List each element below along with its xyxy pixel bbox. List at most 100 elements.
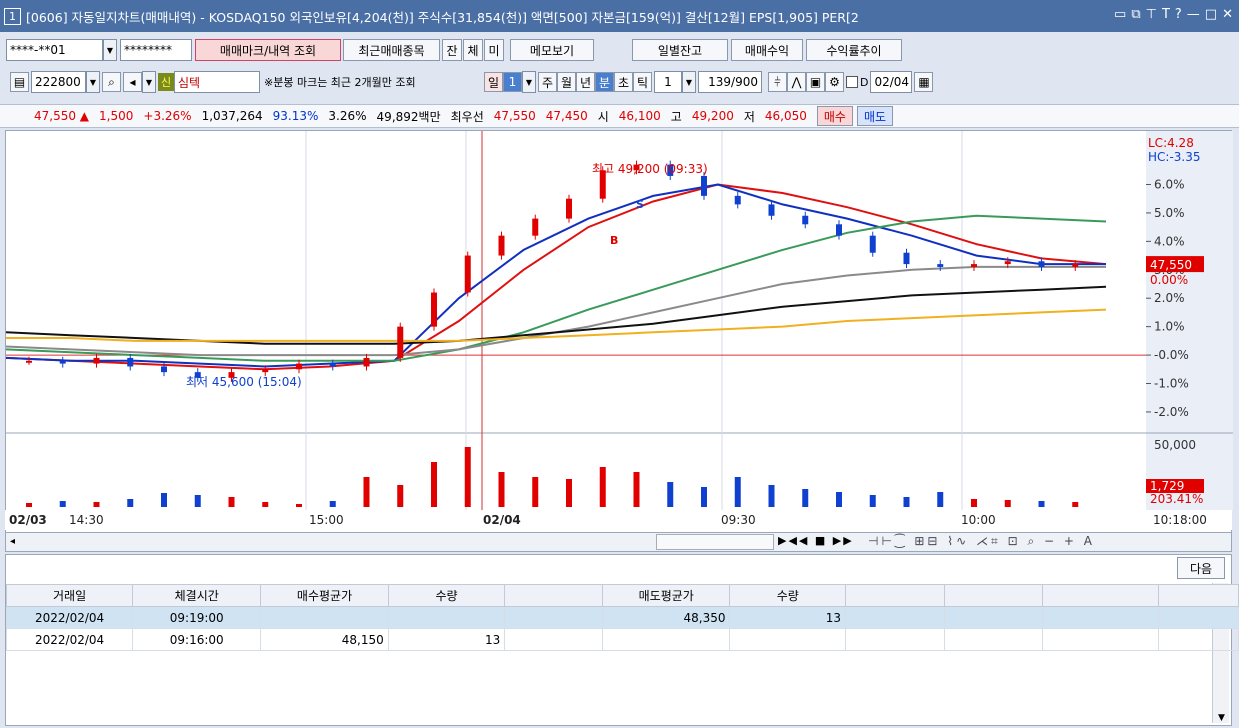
- column-blank-4: [1042, 584, 1160, 607]
- cell-buy-qty: [387, 606, 506, 629]
- high-label: 고: [670, 109, 682, 124]
- cell-blank: [1042, 606, 1160, 629]
- volume-bar: [228, 497, 235, 507]
- best-bid: 47,450: [545, 109, 588, 123]
- candle-type-icon[interactable]: ⫩: [768, 72, 787, 92]
- gear-icon[interactable]: ⚙: [825, 72, 844, 92]
- cell-blank: [504, 606, 604, 629]
- buy-button[interactable]: 매수: [816, 106, 853, 126]
- volume-bar: [329, 501, 336, 507]
- table-row[interactable]: 2022/02/04 09:16:00 48,150 13: [5, 628, 1239, 651]
- filled-button[interactable]: 체: [463, 39, 483, 61]
- time-label: 14:30: [69, 513, 104, 527]
- font-icon[interactable]: T: [1162, 7, 1170, 22]
- column-blank-1: [504, 584, 604, 607]
- date-label: D: [860, 75, 869, 89]
- maximize-icon[interactable]: □: [1205, 7, 1217, 22]
- date-field[interactable]: 02/04: [870, 71, 913, 93]
- scroll-down-icon[interactable]: ▼: [1213, 713, 1230, 723]
- title-bar: 1 [0606] 자동일지차트(매매내역) - KOSDAQ150 외국인보유[…: [0, 0, 1239, 32]
- account-number-field[interactable]: ****-**01: [6, 39, 103, 61]
- volume-bar: [566, 479, 572, 507]
- candle: [363, 357, 370, 367]
- period-count[interactable]: 1: [503, 72, 522, 92]
- interval-dropdown-icon[interactable]: ▼: [682, 71, 696, 93]
- calendar-icon[interactable]: ▦: [914, 72, 934, 92]
- column-blank-2: [845, 584, 945, 607]
- chart-type-icon[interactable]: ⋀: [787, 72, 806, 92]
- speaker-dropdown-icon[interactable]: ▼: [142, 71, 156, 93]
- time-label: 10:18:00: [1153, 513, 1207, 527]
- minimize-icon[interactable]: —: [1187, 7, 1200, 22]
- candle: [431, 292, 437, 327]
- sell-mark: S: [636, 198, 644, 211]
- column-blank-3: [943, 584, 1044, 607]
- return-trend-button[interactable]: 수익률추이: [806, 39, 902, 61]
- tab-week[interactable]: 주: [538, 72, 557, 92]
- time-axis: 02/03 14:30 15:00 02/04 09:30 10:00 10:18:00: [5, 510, 1232, 530]
- playback-controls-icon[interactable]: ▶◀◀ ■ ▶▶: [778, 534, 854, 547]
- restore-icon[interactable]: ▭: [1114, 7, 1126, 22]
- cell-sell-avg: 48,350: [602, 606, 731, 629]
- column-sell-avg: 매도평균가: [602, 584, 731, 607]
- code-dropdown-icon[interactable]: ▼: [86, 71, 100, 93]
- chart-scrollbar[interactable]: ◂ ▶◀◀ ■ ▶▶ ⊣⊢⁐ ⊞⊟ ⌇∿ ⋌⌗ ⊡ ⌕ − + A: [5, 532, 1232, 552]
- stock-code-field[interactable]: 222800: [31, 71, 86, 93]
- tab-day[interactable]: 일: [484, 72, 503, 92]
- date-checkbox[interactable]: [846, 76, 858, 88]
- tab-year[interactable]: 년: [576, 72, 595, 92]
- close-icon[interactable]: ✕: [1222, 7, 1233, 22]
- scroll-thumb[interactable]: [656, 534, 774, 550]
- password-field[interactable]: ********: [120, 39, 192, 61]
- volume-bar: [1072, 502, 1079, 507]
- volume: 1,037,264: [201, 109, 263, 123]
- stock-list-icon[interactable]: ▤: [10, 72, 29, 92]
- y-tick-label: 1.0%: [1154, 320, 1185, 334]
- save-icon[interactable]: ▣: [806, 72, 825, 92]
- stock-name-field[interactable]: 심텍: [174, 71, 260, 93]
- cell-blank: [943, 606, 1044, 629]
- tab-month[interactable]: 월: [557, 72, 576, 92]
- search-icon[interactable]: ⌕: [102, 72, 121, 92]
- volume-current: 1,729: [1150, 479, 1184, 493]
- interval-field[interactable]: 1: [654, 71, 682, 93]
- open-price: 46,100: [618, 109, 661, 123]
- help-icon[interactable]: ?: [1175, 7, 1182, 22]
- period-dropdown-icon[interactable]: ▼: [522, 71, 536, 93]
- volume-bar: [363, 477, 370, 507]
- memo-button[interactable]: 메모보기: [510, 39, 594, 61]
- trade-profit-button[interactable]: 매매수익: [731, 39, 803, 61]
- cell-date: 2022/02/04: [5, 628, 134, 651]
- speaker-icon[interactable]: ◂: [123, 72, 142, 92]
- candle: [903, 252, 910, 265]
- scroll-left-icon[interactable]: ◂: [10, 536, 15, 547]
- tab-minute[interactable]: 분: [595, 72, 614, 92]
- candle: [464, 255, 471, 293]
- price-tag-label: 47,550: [1150, 258, 1192, 272]
- cell-blank: [1158, 606, 1239, 629]
- column-trade-date: 거래일: [5, 584, 134, 607]
- pin-icon[interactable]: ⊤: [1146, 7, 1157, 22]
- tab-tick[interactable]: 틱: [633, 72, 652, 92]
- best-ask: 47,550: [493, 109, 536, 123]
- recent-items-button[interactable]: 최근매매종목: [343, 39, 440, 61]
- balance-button[interactable]: 잔: [442, 39, 462, 61]
- table-row[interactable]: 2022/02/04 09:19:00 48,350 13: [5, 606, 1239, 629]
- volume-bar: [194, 495, 201, 507]
- tab-second[interactable]: 초: [614, 72, 633, 92]
- drawing-tools-icon[interactable]: ⊣⊢⁐ ⊞⊟ ⌇∿ ⋌⌗ ⊡ ⌕ − + A: [868, 534, 1095, 549]
- sell-button[interactable]: 매도: [856, 106, 894, 126]
- daily-balance-button[interactable]: 일별잔고: [632, 39, 728, 61]
- trade-mark-button[interactable]: 매매마크/내역 조회: [195, 39, 341, 61]
- account-dropdown-icon[interactable]: ▼: [103, 39, 117, 61]
- unfilled-button[interactable]: 미: [484, 39, 504, 61]
- bar-count-field[interactable]: 139/900: [698, 71, 762, 93]
- ma-line-ma120: [5, 285, 1107, 345]
- volume-bar: [1004, 500, 1011, 507]
- next-button[interactable]: 다음: [1177, 557, 1225, 579]
- volume-bar: [161, 493, 167, 507]
- time-label: 02/04: [483, 513, 521, 527]
- tile-icon[interactable]: ⧉: [1131, 7, 1140, 22]
- cell-date: 2022/02/04: [5, 606, 134, 629]
- price-chart[interactable]: 6.0%5.0%4.0%3.0%2.0%1.0%-0.0%-1.0%-2.0%L…: [5, 130, 1233, 534]
